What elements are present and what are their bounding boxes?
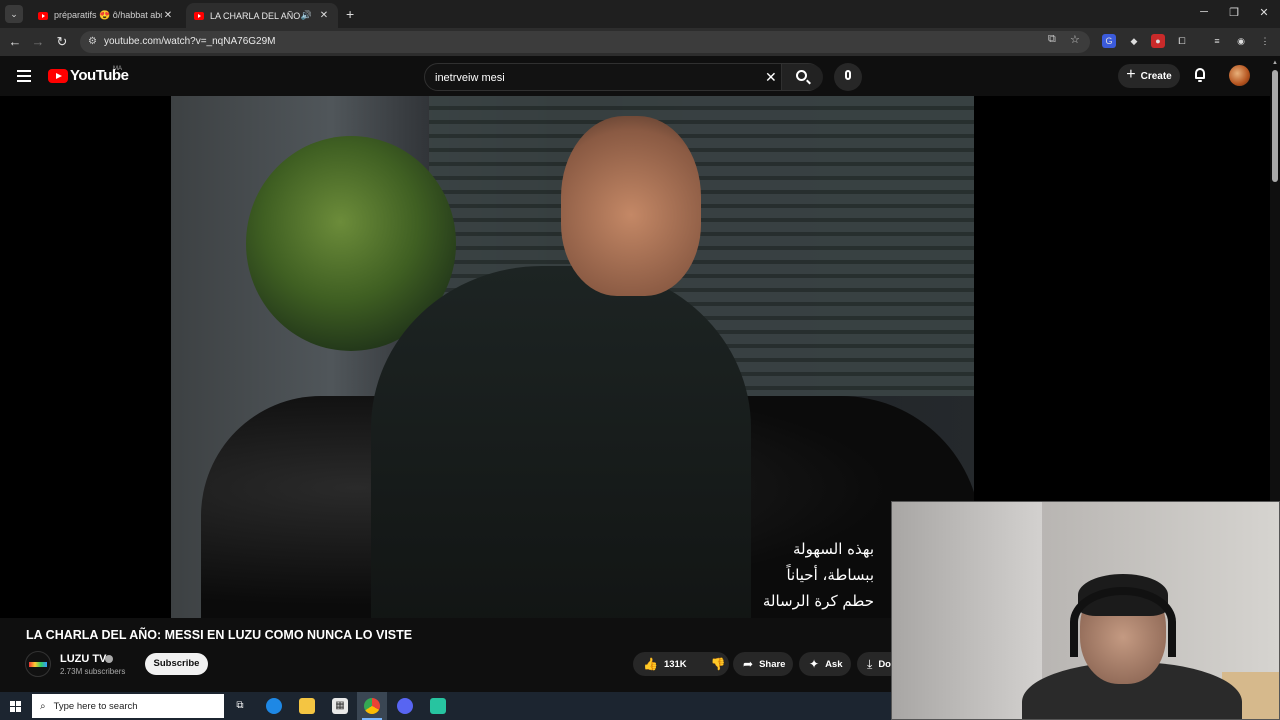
back-icon[interactable]: ← [7, 34, 23, 49]
youtube-header: YouTube MA inetrveiw mesi ✕ + Create [0, 56, 1280, 96]
video-person-body [371, 266, 751, 618]
search-button[interactable] [781, 64, 823, 90]
reload-icon[interactable]: ↻ [54, 34, 70, 50]
like-icon[interactable]: 👍 [643, 657, 658, 671]
subscriber-count: 2.73M subscribers [60, 667, 126, 676]
discord-icon[interactable] [397, 698, 413, 714]
search-icon: ⌕ [40, 700, 46, 712]
site-info-icon[interactable]: ⚙ [88, 36, 97, 47]
microphone-icon [845, 70, 851, 80]
video-frame[interactable]: بهذه السهولة ببساطة، أحياناً حطم كرة الر… [171, 96, 974, 618]
share-icon: ➦ [743, 657, 754, 671]
new-tab-button[interactable]: + [346, 6, 354, 22]
sparkle-icon: ✦ [809, 657, 820, 671]
ask-button[interactable]: ✦ Ask [799, 652, 851, 676]
app-icon[interactable] [430, 698, 446, 714]
video-title: LA CHARLA DEL AÑO: MESSI EN LUZU COMO NU… [26, 628, 413, 642]
tab-title: LA CHARLA DEL AÑO: MESSI [210, 10, 301, 21]
browser-tab-2[interactable]: LA CHARLA DEL AÑO: MESSI 🔊 ✕ [186, 3, 338, 28]
download-label: Do [878, 658, 891, 670]
extensions-puzzle-icon[interactable]: ⧠ [1175, 34, 1189, 48]
search-box[interactable]: inetrveiw mesi ✕ [424, 63, 823, 91]
youtube-favicon [194, 11, 204, 20]
notifications-bell-icon[interactable] [1193, 68, 1207, 82]
close-icon[interactable]: ✕ [1256, 6, 1272, 19]
verified-badge-icon [105, 655, 113, 663]
browser-toolbar: ← → ↻ ⚙ youtube.com/watch?v=_nqNA76G29M … [0, 28, 1280, 56]
subscribe-button[interactable]: Subscribe [145, 653, 208, 675]
video-captions: بهذه السهولة ببساطة، أحياناً حطم كرة الر… [763, 536, 874, 614]
caption-line-3: حطم كرة الرسالة [762, 592, 874, 610]
caption-line-1: بهذه السهولة [793, 540, 874, 558]
youtube-favicon [38, 11, 48, 20]
chrome-taskbar-button[interactable] [357, 692, 387, 720]
translate-extension-icon[interactable]: G [1102, 34, 1116, 48]
voice-search-button[interactable] [834, 63, 862, 91]
tab-close-icon[interactable]: ✕ [318, 10, 330, 21]
like-dislike-group: 👍 131K 👎 [633, 652, 729, 676]
address-bar[interactable]: ⚙ youtube.com/watch?v=_nqNA76G29M [80, 31, 1090, 53]
url-text: youtube.com/watch?v=_nqNA76G29M [104, 36, 276, 47]
clear-search-icon[interactable]: ✕ [765, 69, 777, 86]
share-label: Share [759, 658, 786, 670]
windows-start-icon[interactable] [10, 701, 21, 712]
caption-line-2: ببساطة، أحياناً [786, 566, 874, 584]
plus-icon: + [1126, 66, 1136, 83]
edge-icon[interactable] [266, 698, 282, 714]
minimize-icon[interactable]: ─ [1196, 6, 1212, 18]
share-button[interactable]: ➦ Share [733, 652, 793, 676]
taskbar-search[interactable]: ⌕ Type here to search [32, 694, 224, 718]
like-count[interactable]: 131K [664, 659, 687, 670]
account-avatar[interactable] [1229, 65, 1250, 86]
channel-avatar[interactable] [25, 651, 51, 677]
video-person-head [561, 116, 701, 296]
speaker-icon[interactable]: 🔊 [301, 10, 312, 21]
webcam-door [892, 502, 1042, 719]
download-icon: ⤓ [867, 656, 873, 671]
dislike-icon[interactable]: 👎 [711, 657, 726, 671]
windows-taskbar: ⌕ Type here to search ⧉ ▦ [0, 692, 891, 720]
menu-kebab-icon[interactable]: ⋮ [1258, 34, 1272, 48]
forward-icon[interactable]: → [30, 34, 46, 49]
scroll-up-arrow-icon[interactable]: ▲ [1272, 60, 1278, 66]
file-explorer-icon[interactable] [299, 698, 315, 714]
chrome-icon [364, 698, 380, 714]
extension-red-icon[interactable]: ● [1151, 34, 1165, 48]
store-icon[interactable]: ▦ [332, 698, 348, 714]
headset-icon [1070, 587, 1176, 657]
youtube-logo-icon[interactable] [48, 69, 68, 83]
channel-name[interactable]: LUZU TV [60, 653, 106, 665]
extension-diamond-icon[interactable]: ◆ [1127, 34, 1141, 48]
bookmark-star-icon[interactable]: ☆ [1070, 33, 1080, 46]
tab-title: préparatifs 😍 ô/habbat abdel [54, 10, 162, 20]
search-icon [796, 70, 807, 81]
tab-list-button[interactable]: ⌄ [5, 5, 23, 23]
create-button[interactable]: + Create [1118, 64, 1180, 88]
media-control-icon[interactable]: ≡ [1210, 34, 1224, 48]
webcam-overlay [891, 501, 1280, 720]
tab-close-icon[interactable]: ✕ [162, 10, 174, 21]
create-label: Create [1140, 70, 1172, 82]
ask-label: Ask [825, 658, 843, 670]
task-view-icon[interactable]: ⧉ [232, 698, 248, 714]
chevron-down-icon: ⌄ [10, 9, 18, 19]
scrollbar-thumb[interactable] [1272, 70, 1278, 182]
install-app-icon[interactable]: ⧉ [1048, 33, 1056, 46]
search-input[interactable]: inetrveiw mesi [435, 72, 505, 84]
restore-icon[interactable]: ❐ [1226, 6, 1242, 19]
country-code: MA [113, 66, 122, 72]
taskbar-search-placeholder: Type here to search [53, 700, 138, 712]
browser-tab-strip: ⌄ préparatifs 😍 ô/habbat abdel ✕ LA CHAR… [0, 0, 1280, 28]
profile-icon[interactable]: ◉ [1234, 34, 1248, 48]
hamburger-menu-icon[interactable] [17, 70, 31, 82]
browser-tab-1[interactable]: préparatifs 😍 ô/habbat abdel ✕ [30, 3, 182, 28]
